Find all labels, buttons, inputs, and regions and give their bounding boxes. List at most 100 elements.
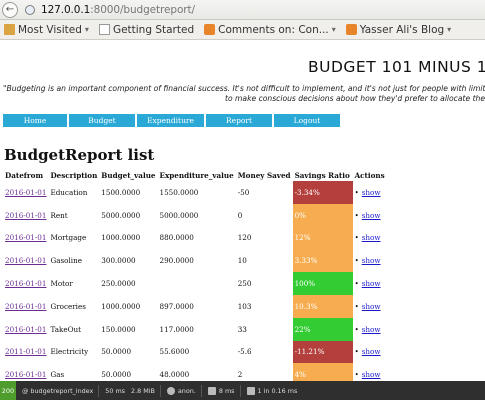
table-row: 2016-01-01 Education 1500.0000 1550.0000 -50…: [3, 181, 393, 204]
debug-time[interactable]: 50 ms: [105, 387, 125, 395]
rss-icon: [204, 24, 216, 35]
savings-ratio-cell: 3.33%: [292, 249, 353, 273]
bookmark-label: Comments on: Con...: [218, 23, 329, 36]
column-header: Budget_value: [101, 170, 156, 180]
date-link[interactable]: 2016-01-01: [5, 302, 46, 311]
template-icon: [207, 386, 216, 395]
actions-cell: • show: [353, 272, 393, 295]
divider: [239, 384, 241, 397]
site-identity-icon[interactable]: [25, 4, 35, 15]
bookmark-most-visited[interactable]: Most Visited ▾: [4, 24, 89, 36]
savings-ratio-cell: 100%: [292, 272, 353, 295]
budget-cell: 1500.0000: [101, 187, 141, 197]
chevron-down-icon: ▾: [84, 25, 89, 34]
budget-cell: 1000.0000: [101, 233, 141, 243]
expenditure-cell: 48.0000: [159, 370, 190, 380]
description-cell: Motor: [50, 279, 73, 289]
savings-ratio-cell: 0%: [292, 203, 353, 227]
date-link[interactable]: 2016-01-01: [5, 279, 46, 288]
user-icon: [166, 386, 175, 395]
show-link[interactable]: show: [362, 256, 381, 265]
status-badge[interactable]: 200: [0, 381, 16, 400]
money-saved-cell: 33: [237, 324, 247, 334]
description-cell: Education: [50, 187, 88, 197]
site-title: BUDGET 101 MINUS 1: [308, 58, 485, 76]
nav-logout-button[interactable]: Logout: [274, 114, 340, 127]
savings-ratio-cell: 12%: [292, 226, 353, 250]
date-cell: 2016-01-01: [3, 272, 48, 295]
debug-render[interactable]: 8 ms: [207, 386, 235, 395]
debug-memory[interactable]: 2.8 MiB: [131, 387, 155, 395]
date-link[interactable]: 2011-01-01: [5, 347, 46, 356]
date-cell: 2011-01-01: [3, 341, 48, 364]
show-link[interactable]: show: [362, 302, 381, 311]
money-saved-cell: -5.6: [237, 347, 252, 357]
date-link[interactable]: 2016-01-01: [5, 233, 46, 242]
bookmark-label: Getting Started: [112, 23, 195, 36]
back-button[interactable]: ←: [2, 1, 18, 18]
bookmark-comments[interactable]: Comments on: Con... ▾: [204, 24, 336, 36]
nav-budget-button[interactable]: Budget: [69, 114, 135, 127]
bullet-icon: •: [354, 348, 359, 357]
bullet-icon: •: [354, 234, 359, 243]
description-cell: Mortgage: [50, 233, 87, 243]
debug-user[interactable]: anon.: [166, 386, 196, 395]
budget-cell: 250.0000: [101, 279, 136, 289]
show-link[interactable]: show: [362, 347, 381, 356]
page-icon: [98, 24, 110, 35]
description-cell: Electricity: [50, 347, 89, 357]
table-row: 2016-01-01 Rent 5000.0000 5000.0000 0 0% • show: [3, 203, 393, 227]
show-link[interactable]: show: [362, 279, 381, 288]
column-header: Expenditure_value: [159, 170, 234, 180]
expenditure-cell: 1550.0000: [159, 187, 199, 197]
nav-report-button[interactable]: Report: [206, 114, 272, 127]
divider: [159, 384, 161, 397]
description-cell: Gasoline: [50, 256, 82, 266]
expenditure-cell: [158, 272, 236, 295]
debug-db[interactable]: 1 in 0.16 ms: [246, 386, 297, 395]
back-arrow-icon: ←: [5, 4, 15, 15]
route-label: @ budgetreport_index: [22, 386, 94, 395]
table-row: 2016-01-01 Mortgage 1000.0000 880.0000 120 12…: [3, 226, 393, 250]
nav-home-button[interactable]: Home: [3, 114, 67, 127]
show-link[interactable]: show: [362, 233, 381, 242]
money-saved-cell: 0: [237, 210, 243, 220]
actions-cell: • show: [353, 227, 393, 250]
column-header: Actions: [354, 170, 385, 180]
nav-expenditure-button[interactable]: Expenditure: [137, 114, 204, 127]
actions-cell: • show: [353, 204, 393, 227]
rss-icon: [345, 24, 357, 35]
url-field[interactable]: 127.0.0.1:8000/budgetreport/: [41, 4, 195, 16]
debug-route[interactable]: @ budgetreport_index: [22, 387, 93, 395]
actions-cell: • show: [353, 249, 393, 272]
budget-report-table: Datefrom Description Budget_value Expend…: [3, 169, 393, 381]
date-cell: 2016-01-01: [3, 204, 48, 227]
show-link[interactable]: show: [362, 370, 381, 379]
show-link[interactable]: show: [362, 211, 381, 220]
table-row: 2016-01-01 Gas 50.0000 48.0000 2 4% • show: [3, 363, 393, 381]
column-header: Money Saved: [237, 170, 291, 180]
show-link[interactable]: show: [362, 188, 381, 197]
date-link[interactable]: 2016-01-01: [5, 325, 46, 334]
date-cell: 2016-01-01: [3, 363, 48, 381]
url-path: :8000/budgetreport/: [90, 3, 195, 16]
description-cell: Gas: [50, 370, 65, 380]
table-row: 2016-01-01 Groceries 1000.0000 897.0000 103 1…: [3, 294, 393, 318]
bookmark-getting-started[interactable]: Getting Started: [98, 23, 195, 36]
show-link[interactable]: show: [362, 325, 381, 334]
page-content: BUDGET 101 MINUS 1 "Budgeting is an impo…: [0, 41, 485, 381]
divider: [98, 384, 100, 397]
chevron-down-icon: ▾: [447, 25, 452, 34]
browser-url-bar: ← 127.0.0.1:8000/budgetreport/: [0, 0, 485, 20]
table-row: 2016-01-01 Gasoline 300.0000 290.0000 10 3.33…: [3, 249, 393, 273]
money-saved-cell: 10: [237, 256, 247, 266]
description-cell: Rent: [50, 210, 68, 220]
site-quote: "Budgeting is an important component of …: [3, 84, 485, 104]
money-saved-cell: 120: [237, 233, 252, 243]
date-link[interactable]: 2016-01-01: [5, 370, 46, 379]
money-saved-cell: 103: [237, 301, 252, 311]
date-link[interactable]: 2016-01-01: [5, 256, 46, 265]
date-link[interactable]: 2016-01-01: [5, 211, 46, 220]
date-link[interactable]: 2016-01-01: [5, 188, 46, 197]
bookmark-yasser-blog[interactable]: Yasser Ali's Blog ▾: [345, 24, 452, 36]
